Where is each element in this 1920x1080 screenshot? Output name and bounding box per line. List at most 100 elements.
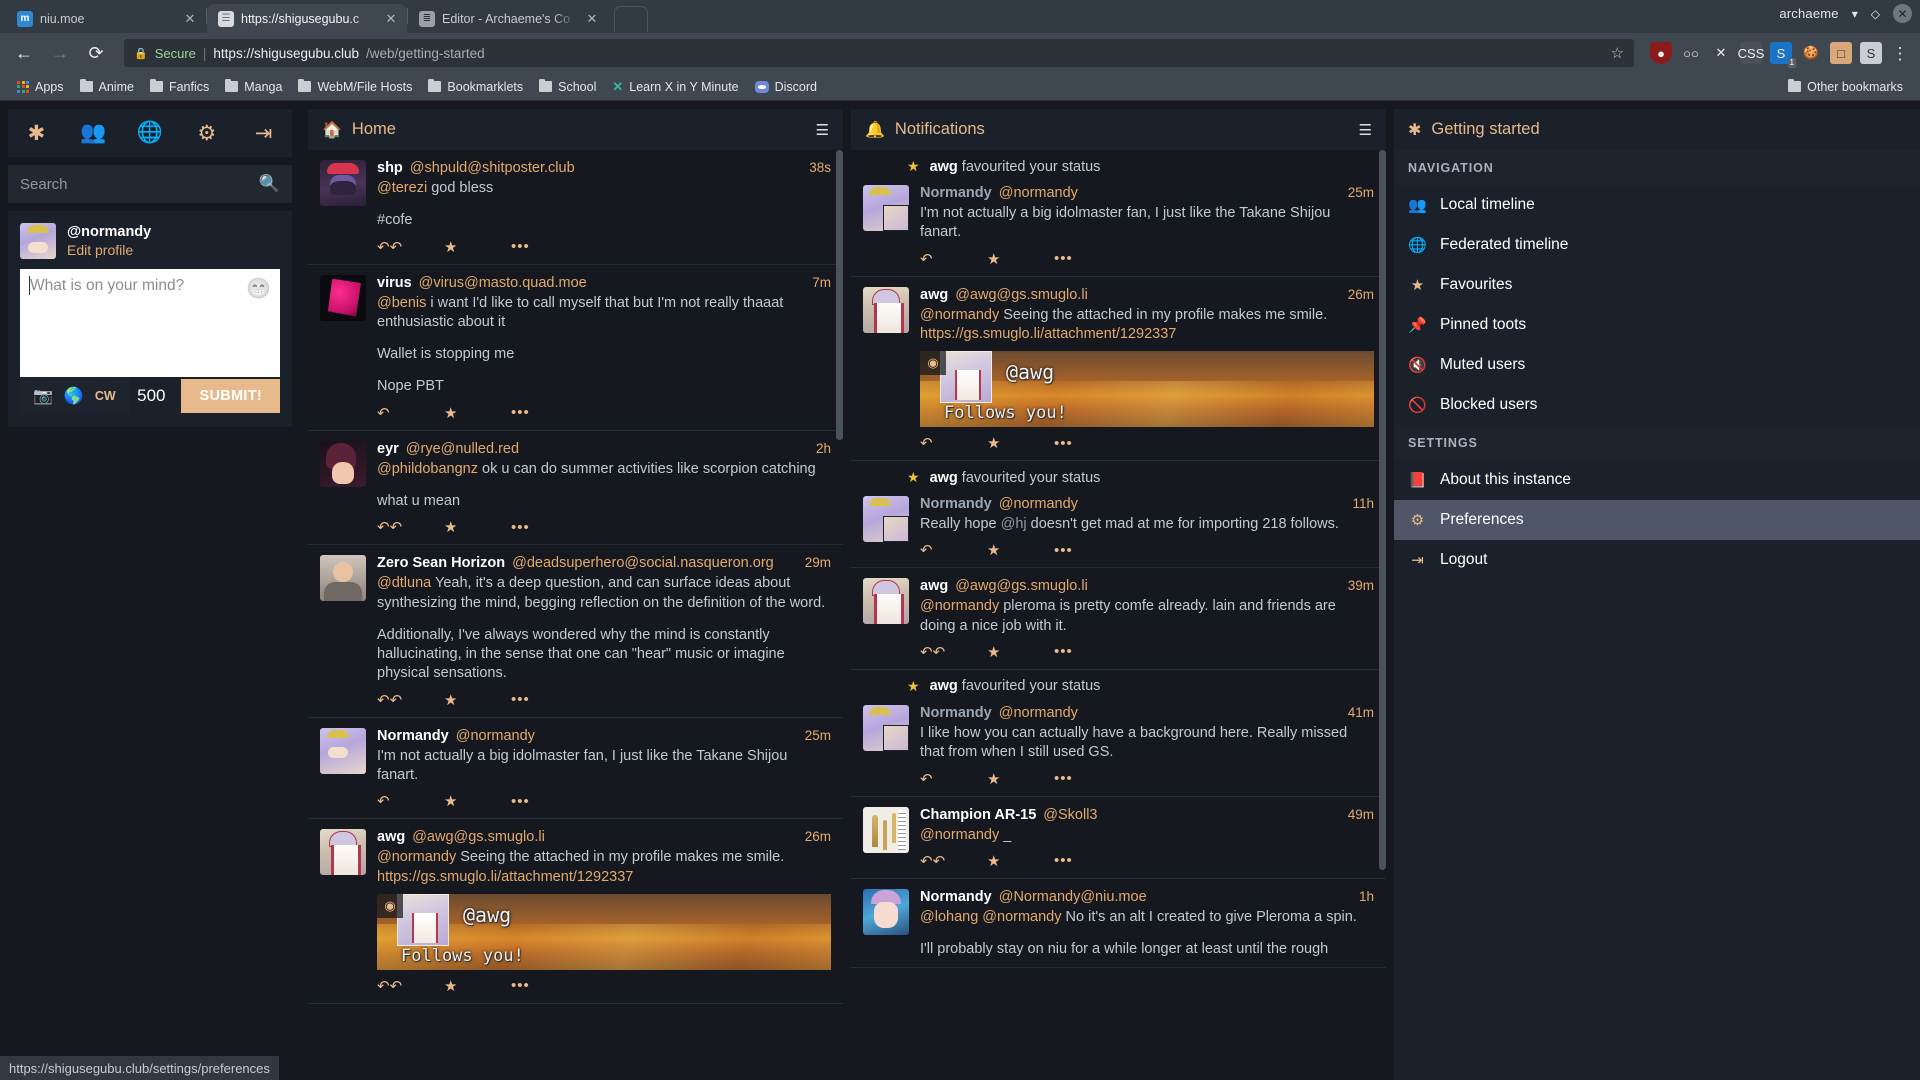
minimize-button[interactable]: ▾ [1852, 7, 1858, 21]
star-icon[interactable]: ★ [444, 518, 511, 536]
mention-link[interactable]: @normandy [377, 849, 456, 865]
sidebar-item-local-timeline[interactable]: 👥 Local timeline [1394, 185, 1920, 225]
sidebar-item-muted-users[interactable]: 🔇 Muted users [1394, 345, 1920, 385]
table-row[interactable]: awg @awg@gs.smuglo.li 26m @normandy Seeing … [308, 819, 843, 1004]
display-name[interactable]: awg [920, 287, 948, 303]
account-handle[interactable]: @awg@gs.smuglo.li [412, 829, 545, 845]
table-row[interactable]: Zero Sean Horizon @deadsuperhero@social.n… [308, 545, 843, 718]
more-icon[interactable]: ••• [1054, 770, 1121, 787]
media-attachment[interactable]: ◉ @awg Follows you! [377, 893, 831, 970]
table-row[interactable]: awg @awg@gs.smuglo.li 26m @normandy Seeing … [851, 277, 1386, 461]
reply-all-icon[interactable]: ↶↶ [920, 643, 987, 661]
timestamp[interactable]: 38s [801, 160, 831, 175]
search-input[interactable]: Search [20, 176, 259, 193]
star-icon[interactable]: ★ [987, 541, 1054, 559]
account-handle[interactable]: @normandy [999, 185, 1078, 201]
avatar[interactable] [320, 555, 366, 602]
star-icon[interactable]: ★ [987, 643, 1054, 661]
timestamp[interactable]: 2h [808, 441, 831, 456]
more-icon[interactable]: ••• [1054, 435, 1121, 452]
timestamp[interactable]: 11h [1344, 496, 1374, 511]
sidebar-item-preferences[interactable]: ⚙ Preferences [1394, 500, 1920, 540]
bookmark-star-icon[interactable]: ☆ [1611, 44, 1624, 62]
timestamp[interactable]: 39m [1340, 578, 1374, 593]
display-name[interactable]: Champion AR-15 [920, 807, 1036, 823]
close-icon[interactable]: ✕ [383, 11, 399, 27]
display-name[interactable]: awg [920, 578, 948, 594]
browser-tab[interactable]: ☰ https://shigusegubu.c ✕ [207, 4, 407, 33]
sliders-icon[interactable]: ☰ [816, 121, 829, 139]
close-icon[interactable]: ✕ [584, 11, 600, 27]
avatar[interactable] [320, 274, 366, 321]
timestamp[interactable]: 49m [1340, 807, 1374, 822]
s-badge-icon[interactable]: S [1860, 42, 1882, 64]
scrollbar[interactable] [1379, 150, 1386, 870]
more-icon[interactable]: ••• [511, 977, 578, 994]
star-icon[interactable]: ★ [987, 434, 1054, 452]
sliders-icon[interactable]: ☰ [1359, 121, 1372, 139]
timestamp[interactable]: 26m [1340, 287, 1374, 302]
cw-button[interactable]: CW [95, 389, 116, 403]
browser-tab[interactable]: m niu.moe ✕ [6, 4, 206, 33]
camera-icon[interactable]: 📷 [33, 386, 53, 406]
table-row[interactable]: Normandy @normandy 11h Really hope @hj does… [851, 486, 1386, 567]
eye-icon[interactable]: ◉ [377, 893, 403, 918]
media-attachment[interactable]: ◉ @awg Follows you! [920, 351, 1374, 428]
address-bar[interactable]: 🔒 Secure | https://shigusegubu.club/web/… [124, 39, 1634, 67]
bookmark-bookmarklets[interactable]: Bookmarklets [421, 77, 530, 97]
star-icon[interactable]: ★ [444, 792, 511, 810]
bookmark-discord[interactable]: Discord [748, 77, 824, 97]
display-name[interactable]: Normandy [920, 496, 992, 512]
more-icon[interactable]: ••• [1054, 852, 1121, 869]
reply-icon[interactable]: ↶ [377, 792, 444, 810]
more-icon[interactable]: ••• [1054, 643, 1121, 660]
gear-icon[interactable]: ⚙ [186, 109, 228, 157]
close-icon[interactable]: ✕ [182, 11, 198, 27]
timestamp[interactable]: 26m [797, 829, 831, 844]
account-handle[interactable]: @Skoll3 [1043, 807, 1097, 823]
search-icon[interactable]: 🔍 [259, 174, 280, 194]
account-handle[interactable]: @awg@gs.smuglo.li [955, 287, 1088, 303]
compose-textarea[interactable]: What is on your mind? 😁 [20, 269, 280, 377]
profile-name[interactable]: archaeme [1779, 6, 1838, 21]
scrollbar[interactable] [836, 150, 843, 440]
stylus-icon[interactable]: S1 [1770, 42, 1796, 68]
account-handle[interactable]: @virus@masto.quad.moe [419, 275, 587, 291]
mention-link[interactable]: @normandy [920, 307, 999, 323]
timestamp[interactable]: 1h [1351, 889, 1374, 904]
reply-icon[interactable]: ↶ [920, 434, 987, 452]
avatar[interactable] [320, 160, 366, 206]
users-icon[interactable]: 👥 [72, 109, 114, 157]
display-name[interactable]: Normandy [920, 185, 992, 201]
table-row[interactable]: Normandy @Normandy@niu.moe 1h @lohang @norm… [851, 879, 1386, 968]
sidebar-item-blocked-users[interactable]: 🚫 Blocked users [1394, 385, 1920, 425]
mention-link[interactable]: @normandy [920, 827, 999, 843]
account-handle[interactable]: @normandy [999, 496, 1078, 512]
more-icon[interactable]: ••• [511, 404, 578, 421]
star-icon[interactable]: ★ [444, 977, 511, 995]
sidebar-item-about-this-instance[interactable]: 📕 About this instance [1394, 460, 1920, 500]
account-handle[interactable]: @rye@nulled.red [406, 441, 519, 457]
sidebar-item-pinned-toots[interactable]: 📌 Pinned toots [1394, 305, 1920, 345]
edit-profile-link[interactable]: Edit profile [67, 242, 151, 258]
avatar[interactable] [863, 888, 909, 935]
timestamp[interactable]: 25m [797, 728, 831, 743]
mention-link[interactable]: @normandy [920, 598, 999, 614]
more-icon[interactable]: ••• [511, 691, 578, 708]
notification-actor[interactable]: awg [930, 678, 958, 694]
bookmark-learn-x-in-y-minute[interactable]: ✕ Learn X in Y Minute [605, 76, 745, 98]
table-row[interactable]: virus @virus@masto.quad.moe 7m @benis i wan… [308, 265, 843, 431]
mention-link[interactable]: @normandy [982, 909, 1061, 925]
reply-all-icon[interactable]: ↶↶ [377, 518, 444, 536]
avatar[interactable] [863, 185, 909, 231]
reply-icon[interactable]: ↶ [920, 541, 987, 559]
home-timeline[interactable]: shp @shpuld@shitposter.club 38s @terezi god… [308, 150, 843, 1080]
reply-icon[interactable]: ↶ [377, 404, 444, 422]
display-name[interactable]: Normandy [377, 728, 449, 744]
cookie-icon[interactable]: 🍪 [1800, 42, 1822, 64]
timestamp[interactable]: 41m [1340, 705, 1374, 720]
table-row[interactable]: shp @shpuld@shitposter.club 38s @terezi god… [308, 150, 843, 265]
star-icon[interactable]: ★ [444, 691, 511, 709]
reply-all-icon[interactable]: ↶↶ [377, 238, 444, 256]
bookmark-manga[interactable]: Manga [218, 77, 289, 97]
